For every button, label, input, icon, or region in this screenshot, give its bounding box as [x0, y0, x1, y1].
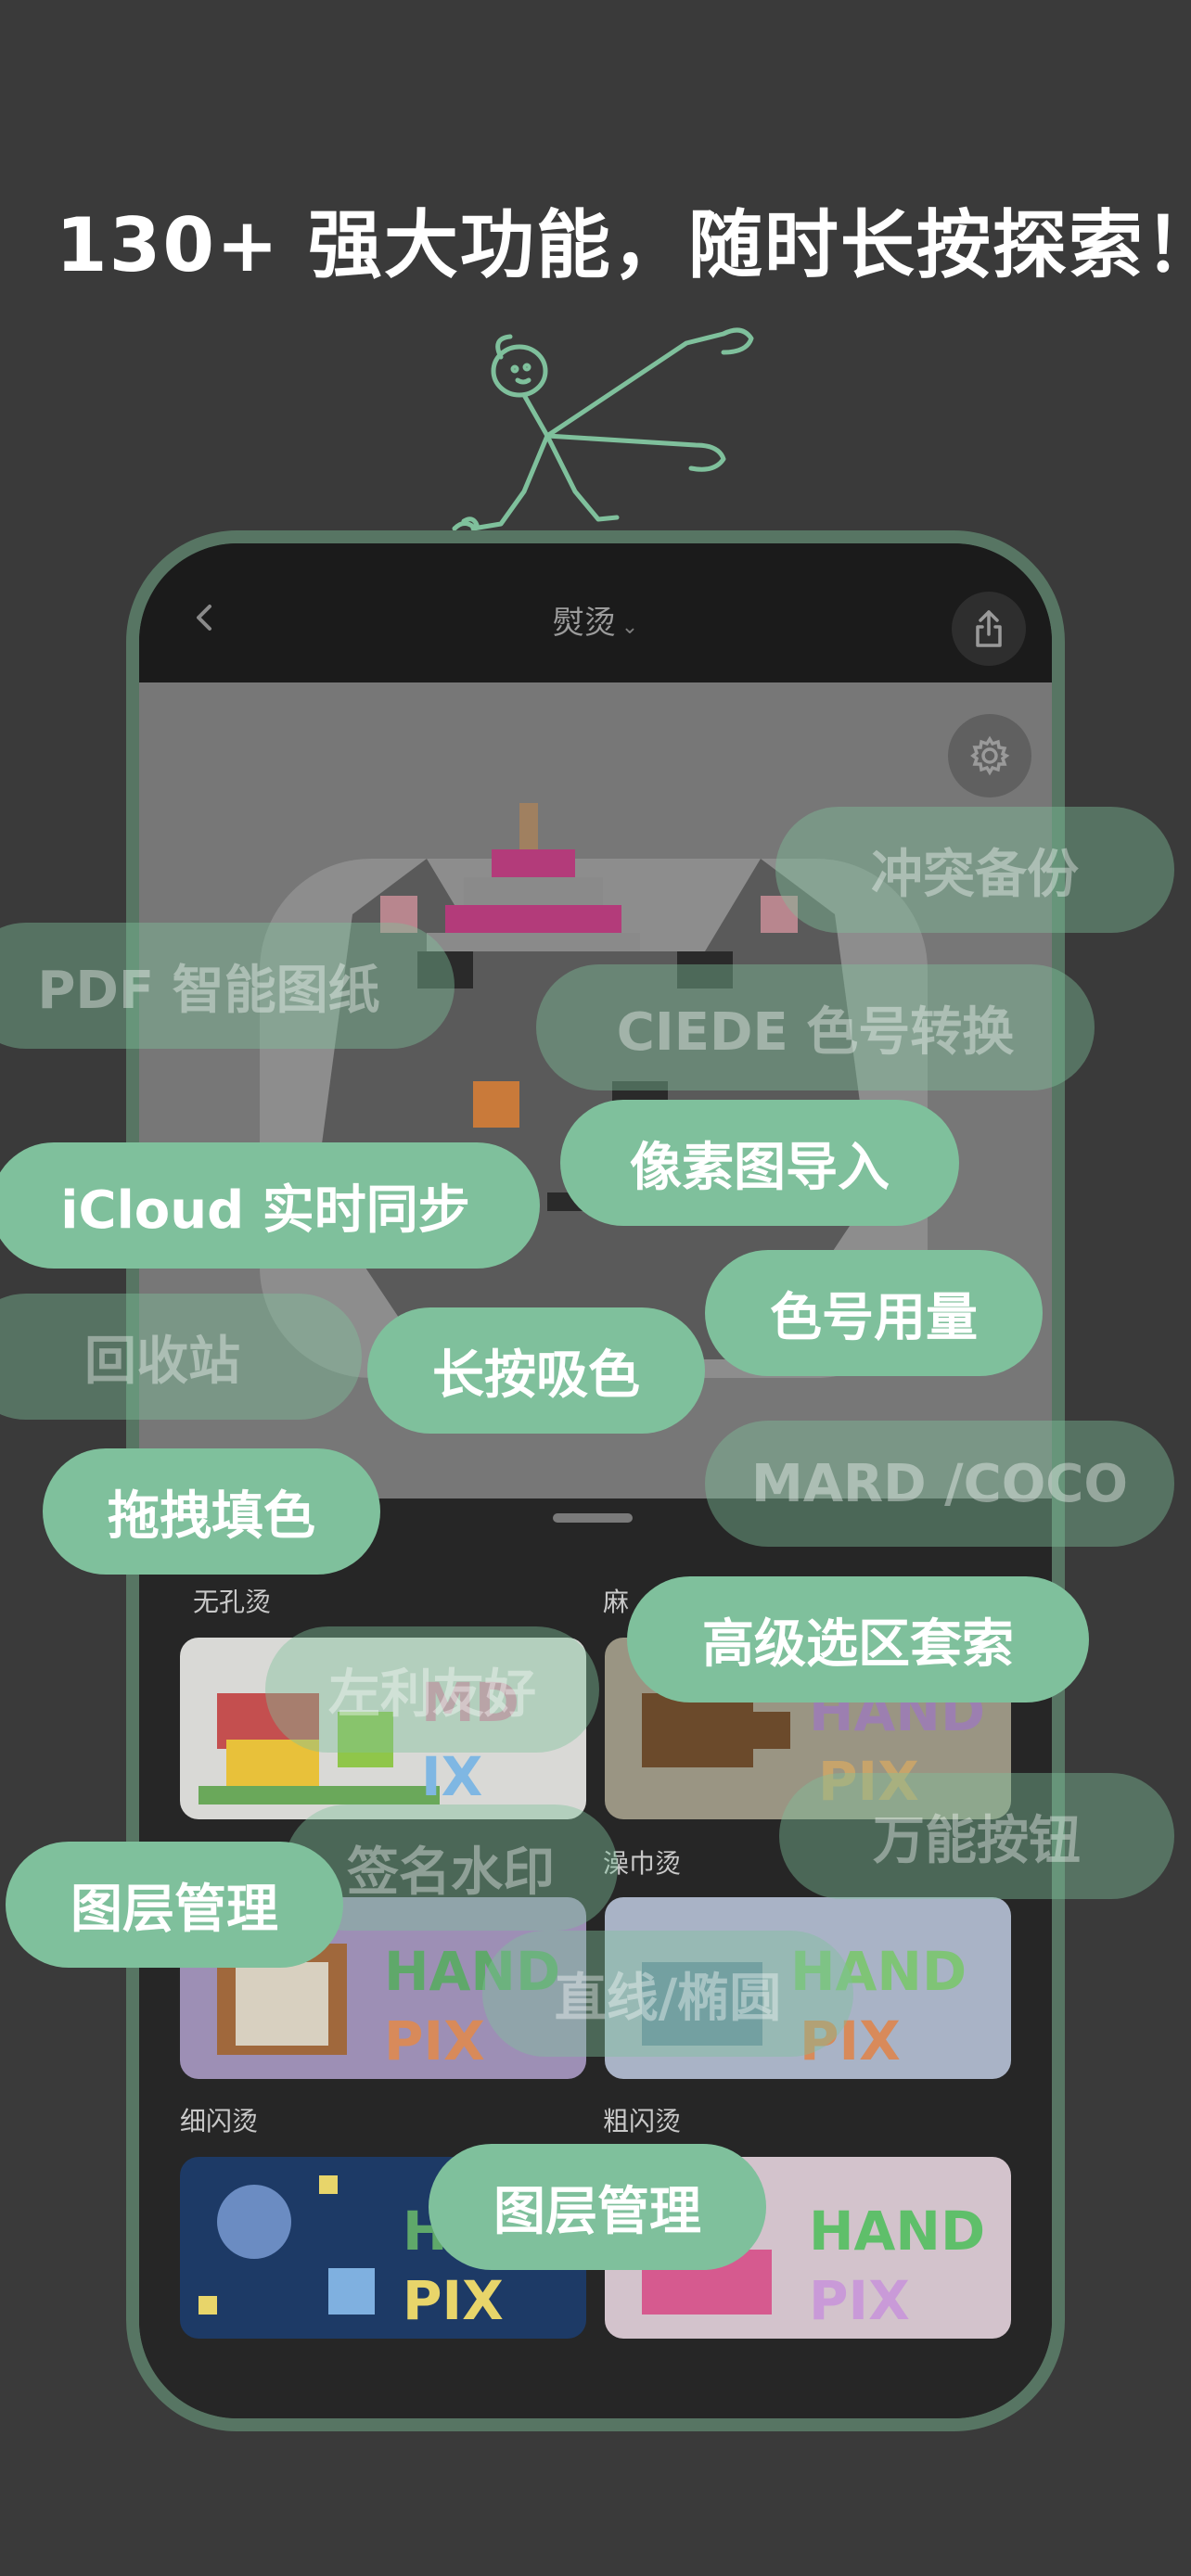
- nav-bar: 熨烫 ⌄: [139, 543, 1052, 682]
- share-button[interactable]: [952, 592, 1026, 666]
- feature-pill-conflict-backup: 冲突备份: [775, 807, 1174, 933]
- feature-pill-ciede: CIEDE 色号转换: [536, 964, 1095, 1090]
- feature-pill-recycle-bin: 回收站: [0, 1294, 362, 1420]
- chevron-down-icon: ⌄: [621, 616, 639, 639]
- headline: 130+ 强大功能，随时长按探索！: [56, 202, 1191, 288]
- gear-icon: [970, 735, 1010, 776]
- feature-pill-left-hand: 左利友好: [265, 1626, 599, 1753]
- share-icon: [976, 610, 1002, 647]
- settings-button[interactable]: [948, 714, 1031, 797]
- page-title-text: 熨烫: [552, 605, 616, 642]
- feature-pill-layers: 图层管理: [6, 1842, 343, 1968]
- svg-text:PIX: PIX: [384, 2009, 485, 2072]
- section-label: 麻: [603, 1587, 630, 1617]
- feature-pill-icloud-sync: iCloud 实时同步: [0, 1142, 540, 1269]
- feature-pill-universal-button: 万能按钮: [779, 1773, 1174, 1899]
- feature-pill-lasso: 高级选区套索: [627, 1576, 1089, 1702]
- section-label: 无孔烫: [193, 1587, 272, 1617]
- svg-text:PIX: PIX: [403, 2269, 504, 2332]
- feature-pill-pixel-import: 像素图导入: [560, 1100, 959, 1226]
- svg-text:PIX: PIX: [809, 2269, 910, 2332]
- svg-text:HAND: HAND: [809, 2200, 985, 2263]
- svg-text:IX: IX: [421, 1745, 482, 1808]
- feature-pill-drag-fill: 拖拽填色: [43, 1448, 380, 1575]
- section-label: 粗闪烫: [603, 2106, 682, 2136]
- section-label: 细闪烫: [180, 2106, 259, 2136]
- mascot-illustration: [452, 327, 754, 531]
- feature-pill-line-ellipse: 直线/椭圆: [482, 1931, 853, 2057]
- sheet-handle[interactable]: [553, 1513, 633, 1523]
- feature-pill-color-usage: 色号用量: [705, 1250, 1043, 1376]
- feature-pill-layers: 图层管理: [429, 2144, 766, 2270]
- feature-pill-long-press-pick: 长按吸色: [367, 1307, 705, 1434]
- page-title[interactable]: 熨烫 ⌄: [139, 597, 1052, 643]
- feature-pill-pdf-pattern: PDF 智能图纸: [0, 923, 455, 1049]
- feature-pill-mard-coco: MARD /COCO: [705, 1421, 1174, 1547]
